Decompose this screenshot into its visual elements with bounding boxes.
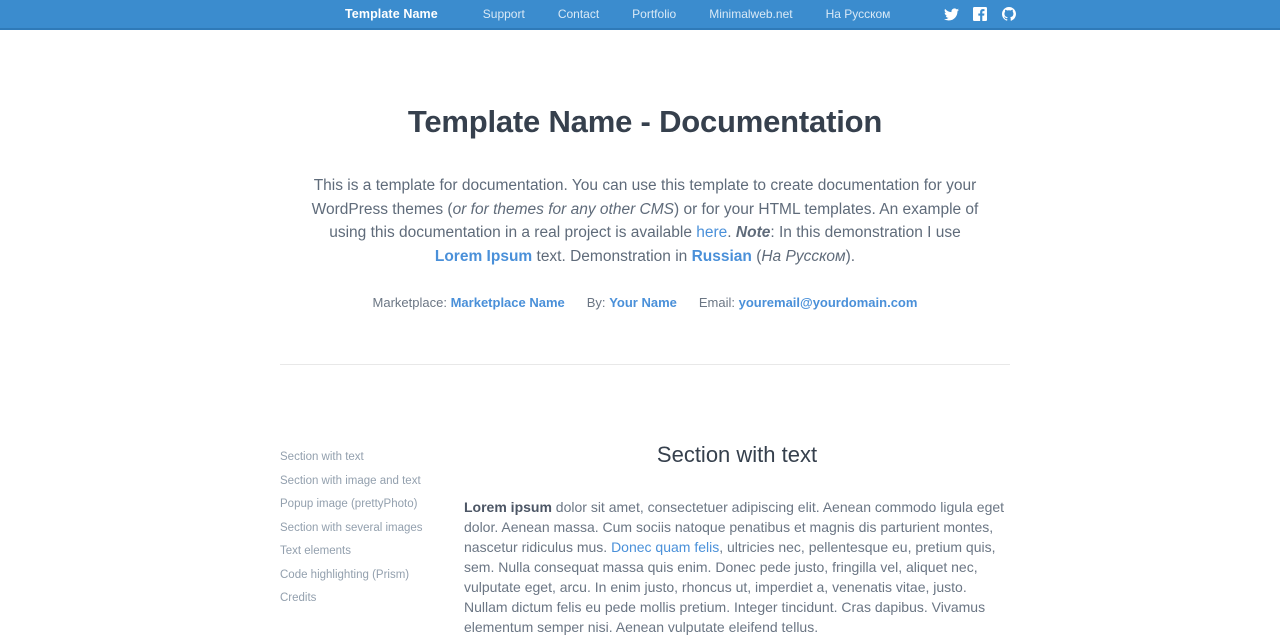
content-columns: Section with text Section with image and…	[280, 365, 1010, 637]
email-info: Email: youremail@yourdomain.com	[699, 295, 918, 310]
link-lorem-ipsum[interactable]: Lorem Ipsum	[435, 248, 532, 265]
intro-text-part-5: text. Demonstration in	[532, 247, 692, 265]
paragraph-lead-bold: Lorem ipsum	[464, 499, 552, 515]
nav-item-support[interactable]: Support	[483, 7, 525, 21]
marketplace-label: Marketplace:	[372, 295, 447, 310]
link-here[interactable]: here	[696, 224, 727, 241]
author-label: By:	[586, 295, 606, 310]
author-link[interactable]: Your Name	[609, 295, 677, 310]
intro-text-part-3: .	[727, 224, 736, 241]
sidebar-item-text-elements[interactable]: Text elements	[280, 540, 455, 564]
main-content: Section with text Lorem ipsum dolor sit …	[455, 442, 1010, 637]
page-wrapper: Template Name - Documentation This is a …	[270, 30, 1010, 637]
nav-item-russian[interactable]: На Русском	[826, 7, 891, 21]
twitter-icon[interactable]	[942, 5, 960, 23]
facebook-icon[interactable]	[971, 5, 989, 23]
nav-item-portfolio[interactable]: Portfolio	[632, 7, 676, 21]
marketplace-link[interactable]: Marketplace Name	[451, 295, 565, 310]
navbar-social-links	[942, 5, 1018, 23]
sidebar-item-popup-image[interactable]: Popup image (prettyPhoto)	[280, 493, 455, 517]
intro-note-label: Note	[735, 224, 771, 241]
nav-item-minimalweb[interactable]: Minimalweb.net	[709, 7, 792, 21]
marketplace-info: Marketplace: Marketplace Name	[373, 295, 565, 310]
section-paragraph: Lorem ipsum dolor sit amet, consectetuer…	[464, 497, 1010, 637]
link-donec-quam-felis[interactable]: Donec quam felis	[611, 539, 719, 555]
intro-emphasis-cms: or for themes for any other CMS	[452, 200, 674, 218]
intro-text-part-6: (	[751, 247, 762, 265]
author-info: By: Your Name	[587, 295, 677, 310]
brand-link[interactable]: Template Name	[345, 7, 438, 21]
sidebar-item-credits[interactable]: Credits	[280, 587, 455, 611]
section-heading: Section with text	[656, 442, 818, 467]
intro-text-part-7: ).	[845, 247, 856, 265]
intro-paragraph: This is a template for documentation. Yo…	[280, 174, 1010, 268]
sidebar-item-section-with-image-and-text[interactable]: Section with image and text	[280, 470, 455, 494]
sidebar-item-code-highlighting[interactable]: Code highlighting (Prism)	[280, 564, 455, 588]
page-title: Template Name - Documentation	[407, 104, 883, 139]
github-icon[interactable]	[1000, 5, 1018, 23]
email-label: Email:	[698, 295, 735, 310]
navbar-links: Support Contact Portfolio Minimalweb.net…	[483, 7, 891, 21]
intro-russian-emphasis: На Русском	[761, 247, 846, 265]
intro-section: Template Name - Documentation This is a …	[280, 30, 1010, 310]
link-russian[interactable]: Russian	[692, 248, 752, 265]
meta-info-line: Marketplace: Marketplace Name By: Your Na…	[280, 295, 1010, 310]
navbar-inner: Template Name Support Contact Portfolio …	[0, 5, 1280, 23]
sidebar-nav: Section with text Section with image and…	[280, 442, 455, 637]
sidebar-item-section-with-several-images[interactable]: Section with several images	[280, 517, 455, 541]
sidebar-item-section-with-text[interactable]: Section with text	[280, 446, 455, 470]
intro-text-part-4: : In this demonstration I use	[770, 224, 961, 241]
email-link[interactable]: youremail@yourdomain.com	[739, 295, 918, 310]
top-navbar: Template Name Support Contact Portfolio …	[0, 0, 1280, 30]
nav-item-contact[interactable]: Contact	[558, 7, 599, 21]
